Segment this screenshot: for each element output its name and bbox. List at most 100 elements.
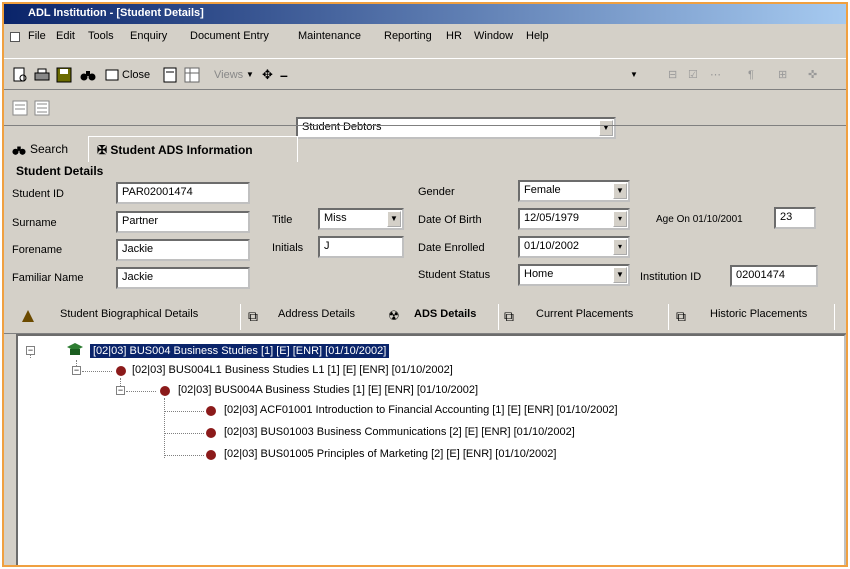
menu-reporting[interactable]: Reporting [384, 30, 432, 42]
tree-node-level2[interactable]: [02|03] BUS004A Business Studies [1] [E]… [178, 384, 478, 396]
chevron-down-icon[interactable]: ▼ [613, 267, 627, 283]
document-icon: ⧉ [676, 308, 686, 324]
sort-icon[interactable]: ⊟ [668, 65, 677, 85]
age-field[interactable]: 23 [774, 207, 816, 229]
text-icon[interactable]: ¶ [748, 65, 754, 85]
menu-help[interactable]: Help [526, 30, 549, 42]
date-picker-icon[interactable]: ▾ [613, 211, 627, 227]
tab-historic-placements[interactable]: Historic Placements [710, 308, 807, 320]
collapse-icon[interactable]: − [72, 366, 81, 375]
close-button[interactable]: Close [122, 65, 150, 85]
application-window: ADL Institution - [Student Details] File… [2, 2, 848, 567]
date-enrolled-value: 01/10/2002 [524, 240, 580, 252]
menu-document-entry[interactable]: Document Entry [190, 30, 269, 42]
minus-icon[interactable]: – [280, 65, 288, 85]
filter-icon[interactable]: ⊞ [778, 65, 787, 85]
tab-separator [498, 304, 499, 330]
label-institution-id: Institution ID [640, 271, 702, 283]
list-view-icon[interactable] [12, 100, 28, 116]
label-forename: Forename [12, 244, 63, 256]
menu-hr[interactable]: HR [446, 30, 462, 42]
tree-node-unit[interactable]: [02|03] BUS01005 Principles of Marketing… [224, 448, 556, 460]
print-icon[interactable] [34, 67, 50, 83]
window-title: ADL Institution - [Student Details] [28, 7, 204, 19]
unit-bullet-icon [206, 428, 216, 438]
tree-node-root[interactable]: [02|03] BUS004 Business Studies [1] [E] … [90, 344, 390, 358]
tree-node-level1[interactable]: [02|03] BUS004L1 Business Studies L1 [1]… [132, 364, 453, 376]
ads-tree: − [02|03] BUS004 Business Studies [1] [E… [16, 334, 846, 565]
title-select[interactable]: Miss ▼ [318, 208, 404, 230]
unit-bullet-icon [206, 406, 216, 416]
tab-student-ads-information-label: Student ADS Information [110, 143, 253, 157]
views-button[interactable]: Views [214, 65, 243, 85]
institution-id-field[interactable]: 02001474 [730, 265, 818, 287]
move-up-icon[interactable]: ✥ [262, 65, 273, 85]
main-toolbar: Close Views ▼ ✥ – Student Debtors ▼ ▼ ⊟ … [4, 58, 846, 139]
binoculars-icon [12, 146, 26, 155]
tab-search[interactable]: Search [30, 136, 68, 162]
ads-icon: ☢ [388, 308, 400, 323]
menu-edit[interactable]: Edit [56, 30, 75, 42]
date-enrolled-field[interactable]: 01/10/2002 ▾ [518, 236, 630, 258]
label-title: Title [272, 214, 293, 226]
unit-bullet-icon [206, 450, 216, 460]
module-bullet-icon [116, 366, 126, 376]
document-icon: ⧉ [248, 308, 258, 324]
label-initials: Initials [272, 242, 304, 254]
collapse-icon[interactable]: − [26, 346, 35, 355]
grid-icon[interactable] [184, 67, 200, 83]
tab-address-details[interactable]: Address Details [278, 308, 355, 320]
form-icon[interactable] [162, 67, 178, 83]
label-date-enrolled: Date Enrolled [418, 242, 485, 254]
menu-maintenance[interactable]: Maintenance [298, 30, 361, 42]
label-student-id: Student ID [12, 188, 64, 200]
tab-student-ads-information[interactable]: ✠ Student ADS Information [88, 136, 298, 162]
detail-view-icon[interactable] [34, 100, 50, 116]
student-status-select[interactable]: Home ▼ [518, 264, 630, 286]
secondary-toolbar [4, 94, 846, 126]
date-of-birth-field[interactable]: 12/05/1979 ▾ [518, 208, 630, 230]
student-id-field[interactable]: PAR02001474 [116, 182, 250, 204]
section-student-details: Student Details [16, 164, 104, 178]
print-preview-icon[interactable] [12, 67, 28, 83]
find-binoculars-icon[interactable] [80, 67, 96, 83]
course-icon [67, 343, 83, 355]
edit-icon[interactable]: ☑ [688, 65, 698, 85]
forename-field[interactable]: Jackie [116, 239, 250, 261]
find-icon[interactable]: ✜ [808, 65, 817, 85]
tree-node-unit[interactable]: [02|03] BUS01003 Business Communications… [224, 426, 575, 438]
chevron-down-icon[interactable]: ▼ [387, 211, 401, 227]
title-select-value: Miss [324, 212, 347, 224]
menu-tools[interactable]: Tools [88, 30, 114, 42]
biography-icon [22, 310, 34, 322]
initials-field[interactable]: J [318, 236, 404, 258]
system-menu-icon[interactable] [10, 32, 20, 42]
label-date-of-birth: Date Of Birth [418, 214, 482, 226]
tree-node-unit[interactable]: [02|03] ACF01001 Introduction to Financi… [224, 404, 618, 416]
label-age-on: Age On 01/10/2001 [656, 214, 743, 225]
save-icon[interactable] [56, 67, 72, 83]
handshake-icon: ✠ [97, 143, 108, 157]
menu-file[interactable]: File [28, 30, 46, 42]
tab-current-placements[interactable]: Current Placements [536, 308, 633, 320]
surname-field[interactable]: Partner [116, 211, 250, 233]
familiar-name-field[interactable]: Jackie [116, 267, 250, 289]
tools-icon[interactable]: ⋯ [710, 65, 721, 85]
detail-tabs: Student Biographical Details ⧉ Address D… [4, 300, 846, 334]
main-tabs: Search ✠ Student ADS Information [4, 134, 846, 164]
combo-options-icon[interactable]: ▼ [630, 65, 638, 85]
collapse-icon[interactable]: − [116, 386, 125, 395]
menu-bar: File Edit Tools Enquiry Document Entry M… [4, 26, 846, 48]
tab-ads-details[interactable]: ADS Details [414, 308, 476, 320]
label-surname: Surname [12, 217, 57, 229]
tab-separator [240, 304, 241, 330]
menu-enquiry[interactable]: Enquiry [130, 30, 167, 42]
date-picker-icon[interactable]: ▾ [613, 239, 627, 255]
menu-window[interactable]: Window [474, 30, 513, 42]
tab-biographical-details[interactable]: Student Biographical Details [60, 308, 198, 320]
views-dropdown-icon[interactable]: ▼ [246, 65, 254, 85]
chevron-down-icon[interactable]: ▼ [613, 183, 627, 199]
gender-select[interactable]: Female ▼ [518, 180, 630, 202]
student-status-value: Home [524, 268, 554, 280]
label-familiar-name: Familiar Name [12, 272, 84, 284]
